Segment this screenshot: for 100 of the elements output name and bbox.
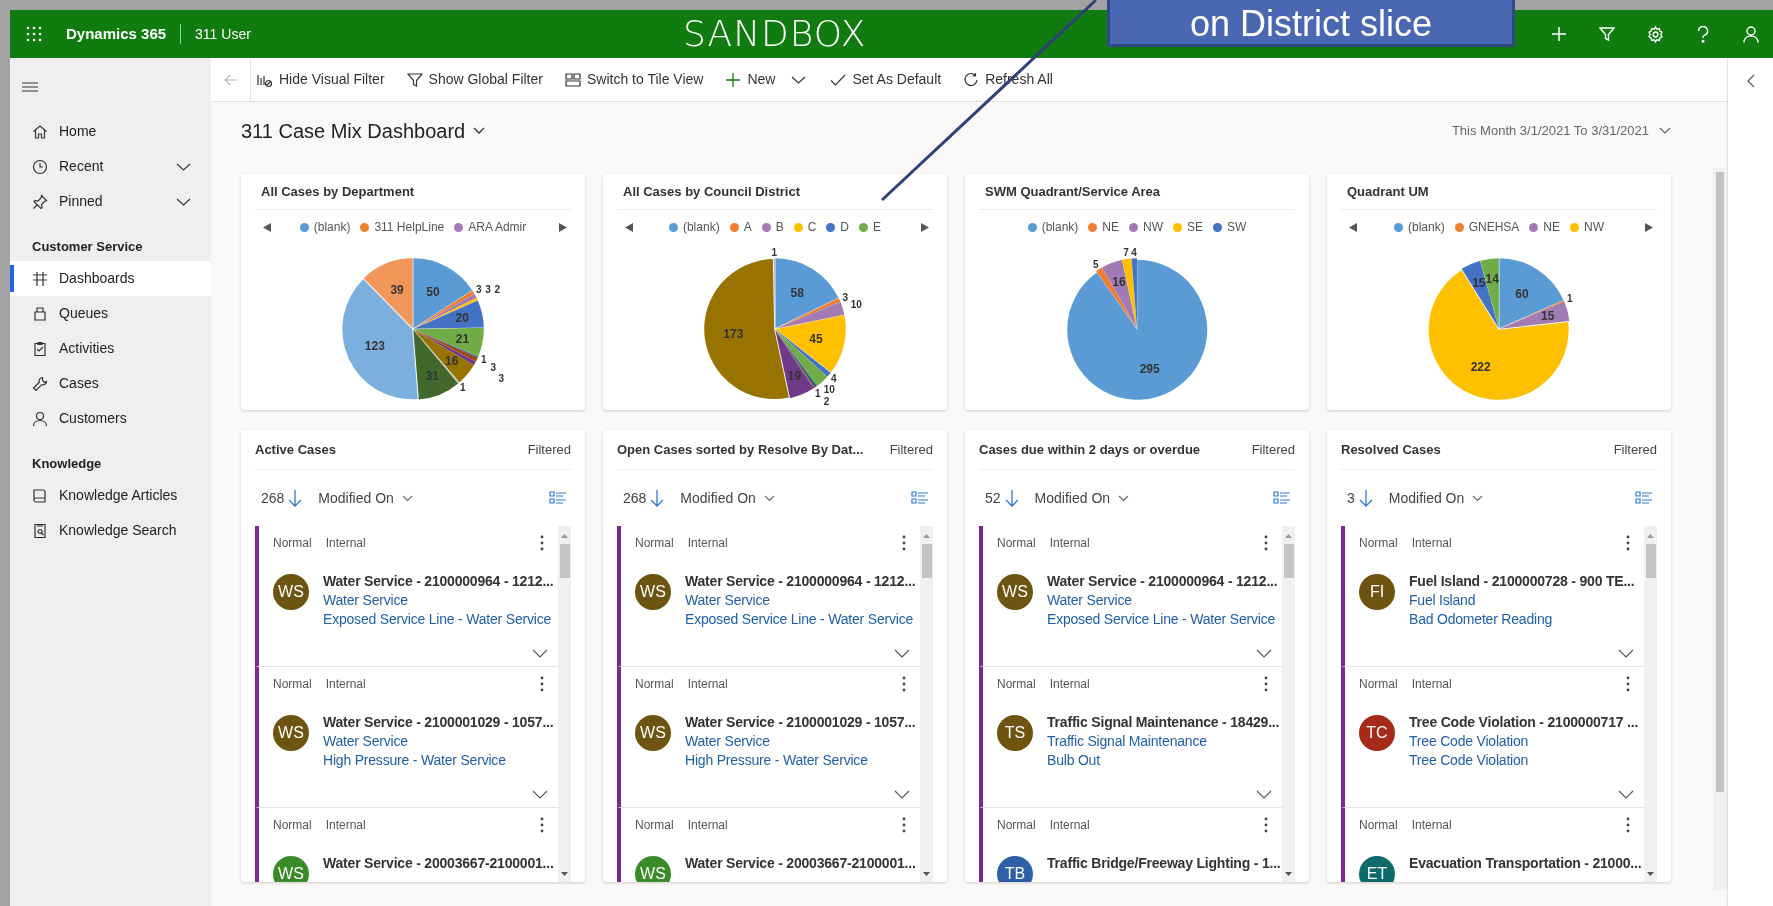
sidebar-item[interactable]: Knowledge Search (10, 513, 211, 548)
case-detail-link[interactable]: Fuel Island (1409, 591, 1635, 610)
expand-chevron-icon[interactable] (532, 649, 548, 658)
pie-slice[interactable] (775, 329, 828, 386)
previous-page-icon[interactable] (1349, 222, 1357, 232)
date-range-selector[interactable]: This Month 3/1/2021 To 3/31/2021 (1451, 121, 1671, 141)
sort-field-dropdown[interactable]: Modified On (1388, 487, 1484, 509)
toolbar-button[interactable]: Hide Visual Filter (257, 63, 385, 96)
toolbar-button[interactable]: Show Global Filter (406, 63, 543, 96)
case-title[interactable]: Water Service - 2100000964 - 1212... (323, 572, 552, 591)
pie-slice[interactable] (413, 258, 473, 329)
more-options-icon[interactable] (1264, 535, 1268, 551)
list-scrollbar[interactable] (1282, 526, 1295, 882)
scrollbar[interactable] (1713, 168, 1727, 890)
expand-chevron-icon[interactable] (894, 790, 910, 799)
more-options-icon[interactable] (902, 535, 906, 551)
more-options-icon[interactable] (902, 817, 906, 833)
scrollbar-thumb[interactable] (1645, 544, 1656, 578)
scrollbar-thumb[interactable] (921, 544, 932, 578)
list-scrollbar[interactable] (920, 526, 933, 882)
case-title[interactable]: Tree Code Violation - 2100000717 ... (1409, 713, 1638, 732)
case-title[interactable]: Water Service - 2100001029 - 1057... (323, 713, 552, 732)
scrollbar-thumb[interactable] (1283, 544, 1294, 578)
case-detail-link[interactable]: Water Service (685, 591, 914, 610)
case-detail-link[interactable]: High Pressure - Water Service (323, 751, 552, 770)
case-detail-link[interactable]: Bulb Out (1047, 751, 1276, 770)
pie-slice[interactable] (704, 259, 789, 399)
sidebar-item[interactable]: Pinned (10, 184, 211, 219)
sort-field-dropdown[interactable]: Modified On (680, 487, 775, 509)
list-scrollbar[interactable] (1644, 526, 1657, 882)
expand-chevron-icon[interactable] (1256, 649, 1272, 658)
next-page-icon[interactable] (1645, 222, 1653, 232)
case-detail-link[interactable]: Exposed Service Line - Water Service (1047, 610, 1276, 629)
scroll-down-icon[interactable] (1285, 870, 1292, 878)
toolbar-button[interactable]: Set As Default (830, 63, 942, 96)
pie-slice[interactable] (342, 279, 418, 400)
more-options-icon[interactable] (540, 535, 544, 551)
app-name[interactable]: Dynamics 365 (66, 22, 167, 46)
case-detail-link[interactable]: Water Service (685, 732, 914, 751)
more-options-icon[interactable] (540, 676, 544, 692)
sidebar-item[interactable]: Queues (10, 296, 211, 331)
case-title[interactable]: Water Service - 2100000964 - 1212... (1047, 572, 1276, 591)
sort-field-dropdown[interactable]: Modified On (318, 487, 413, 509)
expand-chevron-icon[interactable] (532, 790, 548, 799)
sidebar-item[interactable]: Cases (10, 366, 211, 401)
scrollbar-thumb[interactable] (559, 544, 570, 578)
case-title[interactable]: Water Service - 2100001029 - 1057... (685, 713, 914, 732)
case-detail-link[interactable]: High Pressure - Water Service (685, 751, 914, 770)
scroll-down-icon[interactable] (561, 870, 568, 878)
next-page-icon[interactable] (921, 222, 929, 232)
more-options-icon[interactable] (902, 676, 906, 692)
case-detail-link[interactable]: Bad Odometer Reading (1409, 610, 1635, 629)
previous-page-icon[interactable] (263, 222, 271, 232)
pie-slice[interactable] (413, 300, 484, 329)
case-detail-link[interactable]: Traffic Signal Maintenance (1047, 732, 1276, 751)
case-detail-link[interactable]: Exposed Service Line - Water Service (685, 610, 914, 629)
sort-descending-icon[interactable] (1358, 488, 1375, 508)
more-options-icon[interactable] (1626, 817, 1630, 833)
more-options-icon[interactable] (1626, 535, 1630, 551)
case-title[interactable]: Fuel Island - 2100000728 - 900 TE... (1409, 572, 1635, 591)
scroll-down-icon[interactable] (1647, 870, 1654, 878)
pie-slice[interactable] (1499, 258, 1564, 329)
sidebar-item[interactable]: Recent (10, 149, 211, 184)
sidebar-item[interactable]: Activities (10, 331, 211, 366)
more-options-icon[interactable] (540, 817, 544, 833)
case-detail-link[interactable]: Water Service (323, 591, 552, 610)
previous-page-icon[interactable] (625, 222, 633, 232)
case-detail-link[interactable]: Water Service (1047, 591, 1276, 610)
area-name[interactable]: 311 User (195, 23, 251, 45)
sidebar-item[interactable]: Knowledge Articles (10, 478, 211, 513)
list-view-icon[interactable] (911, 491, 929, 505)
toolbar-button[interactable]: New (725, 63, 776, 96)
pie-slice[interactable] (775, 315, 846, 373)
case-detail-link[interactable]: Tree Code Violation (1409, 751, 1638, 770)
expand-chevron-icon[interactable] (1618, 649, 1634, 658)
list-view-icon[interactable] (549, 491, 567, 505)
sort-field-dropdown[interactable]: Modified On (1034, 487, 1130, 509)
case-title[interactable]: Water Service - 20003667-2100001... (323, 854, 552, 873)
case-detail-link[interactable]: Water Service (323, 732, 552, 751)
scrollbar-thumb[interactable] (1716, 172, 1724, 792)
case-title[interactable]: Water Service - 2100000964 - 1212... (685, 572, 914, 591)
dashboard-selector[interactable]: 311 Case Mix Dashboard (241, 116, 486, 146)
next-page-icon[interactable] (559, 222, 567, 232)
list-scrollbar[interactable] (558, 526, 571, 882)
sidebar-item[interactable]: Customers (10, 401, 211, 436)
more-options-icon[interactable] (1626, 676, 1630, 692)
sidebar-item[interactable]: Dashboards (10, 261, 211, 296)
case-title[interactable]: Water Service - 20003667-2100001... (685, 854, 914, 873)
case-detail-link[interactable]: Tree Code Violation (1409, 732, 1638, 751)
expand-chevron-icon[interactable] (1256, 790, 1272, 799)
list-view-icon[interactable] (1635, 491, 1653, 505)
expand-chevron-icon[interactable] (1618, 790, 1634, 799)
more-options-icon[interactable] (1264, 817, 1268, 833)
case-detail-link[interactable]: Exposed Service Line - Water Service (323, 610, 552, 629)
toolbar-button[interactable]: Switch to Tile View (564, 63, 704, 96)
list-view-icon[interactable] (1273, 491, 1291, 505)
scroll-down-icon[interactable] (923, 870, 930, 878)
expand-chevron-icon[interactable] (894, 649, 910, 658)
sidebar-item[interactable]: Home (10, 114, 211, 149)
sort-descending-icon[interactable] (1004, 488, 1021, 508)
